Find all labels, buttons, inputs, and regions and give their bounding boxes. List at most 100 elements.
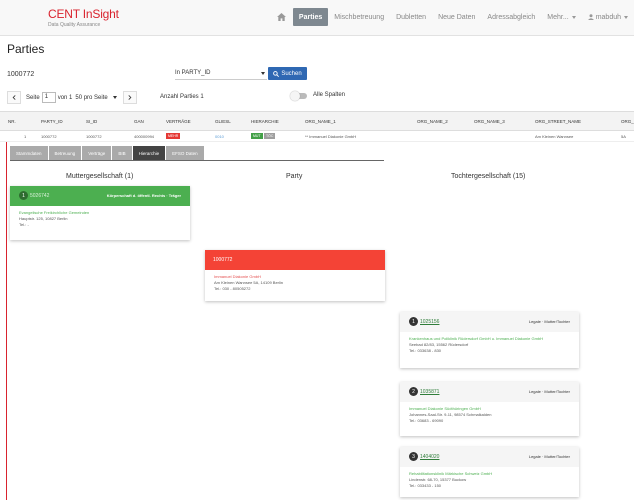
- column-header[interactable]: GLIESL: [215, 119, 231, 124]
- table-header: NR. PARTY_ID SI_ID GAN VERTRÄGE GLIESL H…: [0, 111, 634, 131]
- main-nav: Parties Mischbetreuung Dubletten Neue Da…: [273, 8, 634, 26]
- user-menu[interactable]: mabduh: [582, 8, 634, 26]
- child-card[interactable]: 3 1404020 Legale · Mutter/Tochter Rehabi…: [400, 447, 579, 497]
- children-heading: Tochtergesellschaft (15): [451, 173, 526, 180]
- page-of-label: von 1: [57, 94, 73, 101]
- chevron-down-icon: [261, 71, 265, 75]
- mother-card-id[interactable]: 5026742: [30, 193, 49, 199]
- column-header[interactable]: ORG_: [621, 119, 634, 124]
- child-card-tel: Tel.: 033638 - 830: [409, 348, 442, 353]
- search-input[interactable]: [7, 67, 172, 81]
- child-card-header: 1 1025156 Legale · Mutter/Tochter: [400, 312, 579, 332]
- hierarchie-badge-mother[interactable]: MUT: [251, 133, 263, 139]
- child-card-header: 3 1404020 Legale · Mutter/Tochter: [400, 447, 579, 467]
- mother-card-tel: Tel.: -: [19, 222, 29, 227]
- tab-betreuung[interactable]: Betreuung: [48, 146, 82, 160]
- cell-party-id: 1000772: [41, 134, 57, 139]
- page-title: Parties: [7, 42, 45, 56]
- child-card-tel: Tel.: 033433 - 150: [409, 483, 442, 488]
- nav-mehr-label: Mehr...: [547, 13, 569, 21]
- chevron-down-icon: [571, 15, 576, 19]
- next-page-button[interactable]: [122, 91, 137, 104]
- home-icon[interactable]: [273, 8, 291, 26]
- nav-mehr-dropdown[interactable]: Mehr...: [541, 8, 581, 26]
- cell-si-id: 1000772: [86, 134, 102, 139]
- child-card-tel: Tel.: 03683 - 69090: [409, 418, 444, 423]
- child-card[interactable]: 2 1035871 Legale · Mutter/Tochter Immanu…: [400, 382, 579, 436]
- column-header[interactable]: NR.: [8, 119, 16, 124]
- all-columns-toggle[interactable]: [290, 91, 308, 101]
- per-page-value: 50 pro Seite: [75, 94, 108, 101]
- page-prefix-label: Seite: [26, 94, 40, 101]
- party-card-tel: Tel.: 030 - 80505272: [214, 286, 251, 291]
- chevron-left-icon: [12, 95, 16, 100]
- column-header[interactable]: VERTRÄGE: [166, 119, 191, 124]
- chevron-down-icon: [624, 15, 628, 19]
- all-columns-label: Alle Spalten: [313, 92, 346, 98]
- child-card-id[interactable]: 1404020: [420, 454, 439, 460]
- column-header[interactable]: PARTY_ID: [41, 119, 63, 124]
- cell-org-street: Am Kleinen Wannsee: [535, 134, 574, 139]
- column-header[interactable]: ORG_NAME_3: [474, 119, 505, 124]
- search-button[interactable]: Suchen: [268, 67, 307, 80]
- search-field-select[interactable]: In PARTY_ID: [175, 67, 267, 80]
- party-card-body: Immanuel Diakonie GmbH Am Kleinen Wannse…: [205, 270, 385, 296]
- column-header[interactable]: GAN: [134, 119, 144, 124]
- column-header[interactable]: ORG_STREET_NAME: [535, 119, 581, 124]
- mother-card[interactable]: 1 5026742 Körperschaft d. öffentl. Recht…: [10, 186, 190, 240]
- child-card-body: Immanuel Diakonie Südthüringen GmbH Joha…: [400, 402, 579, 428]
- chevron-right-icon: [128, 95, 132, 100]
- top-navbar: CENT InSight Data Quality Assurance Part…: [0, 0, 634, 36]
- per-page-select[interactable]: 50 pro Seite: [75, 94, 117, 101]
- cell-org-name-1: ** Immanuel Diakonie GmbH: [305, 134, 357, 139]
- column-header[interactable]: ORG_NAME_1: [305, 119, 336, 124]
- search-icon: [273, 70, 280, 77]
- mother-heading: Muttergesellschaft (1): [66, 173, 134, 180]
- child-card[interactable]: 1 1025156 Legale · Mutter/Tochter Kranke…: [400, 312, 579, 368]
- tab-efso-daten[interactable]: EFSO Daten: [166, 146, 204, 160]
- toggle-knob: [290, 91, 300, 101]
- nav-mischbetreuung[interactable]: Mischbetreuung: [328, 8, 390, 26]
- nav-adressabgleich[interactable]: Adressabgleich: [481, 8, 541, 26]
- cell-gliesl[interactable]: 0010: [215, 134, 224, 139]
- tab-hierarchie[interactable]: Hierarchie: [132, 146, 166, 160]
- cell-org-extra: 5A: [621, 134, 626, 139]
- child-card-tag: Legale · Mutter/Tochter: [528, 454, 570, 459]
- child-card-id[interactable]: 1035871: [420, 389, 439, 395]
- tab-underline: [10, 160, 384, 161]
- column-header[interactable]: ORG_NAME_2: [417, 119, 448, 124]
- tab-stammdaten[interactable]: Stammdaten: [10, 146, 48, 160]
- brand-subtitle: Data Quality Assurance: [48, 22, 101, 28]
- child-card-tag: Legale · Mutter/Tochter: [528, 389, 570, 394]
- hierarchie-badge-child[interactable]: TÖC: [264, 133, 276, 139]
- brand-logo[interactable]: CENT InSight Data Quality Assurance: [48, 7, 119, 28]
- child-card-number: 1: [409, 317, 418, 326]
- party-card-header: 1000772: [205, 250, 385, 270]
- page-number-input[interactable]: 1: [41, 92, 56, 103]
- child-card-body: Krankenhaus und Poliklinik Rüdersdorf Gm…: [400, 332, 579, 358]
- selection-indicator-line: [6, 142, 7, 500]
- mother-card-tag: Körperschaft d. öffentl. Rechts · Träger: [106, 193, 181, 198]
- nav-dubletten[interactable]: Dubletten: [390, 8, 432, 26]
- column-header[interactable]: SI_ID: [86, 119, 97, 124]
- party-card-id: 1000772: [213, 257, 233, 263]
- tab-bib[interactable]: BIB: [112, 146, 132, 160]
- child-card-id[interactable]: 1025156: [420, 319, 439, 325]
- brand-title: CENT InSight: [48, 7, 119, 21]
- column-header[interactable]: HIERARCHIE: [251, 119, 279, 124]
- mother-card-header: 1 5026742 Körperschaft d. öffentl. Recht…: [10, 186, 190, 206]
- nav-parties[interactable]: Parties: [292, 8, 329, 26]
- mother-card-number: 1: [19, 191, 28, 200]
- child-card-tag: Legale · Mutter/Tochter: [528, 319, 570, 324]
- prev-page-button[interactable]: [7, 91, 21, 104]
- search-field-value: In PARTY_ID: [175, 70, 211, 76]
- child-card-number: 3: [409, 452, 418, 461]
- tab-vertraege[interactable]: Verträge: [82, 146, 112, 160]
- nav-neue-daten[interactable]: Neue Daten: [432, 8, 481, 26]
- party-heading: Party: [286, 173, 303, 180]
- user-icon: [587, 14, 594, 20]
- party-card[interactable]: 1000772 Immanuel Diakonie GmbH Am Kleine…: [205, 250, 385, 301]
- vertraege-badge[interactable]: MEHR: [166, 133, 181, 139]
- table-row[interactable]: 1 1000772 1000772 400000994 MEHR 0010 MU…: [0, 131, 634, 142]
- detail-tabs: Stammdaten Betreuung Verträge BIB Hierar…: [10, 146, 205, 160]
